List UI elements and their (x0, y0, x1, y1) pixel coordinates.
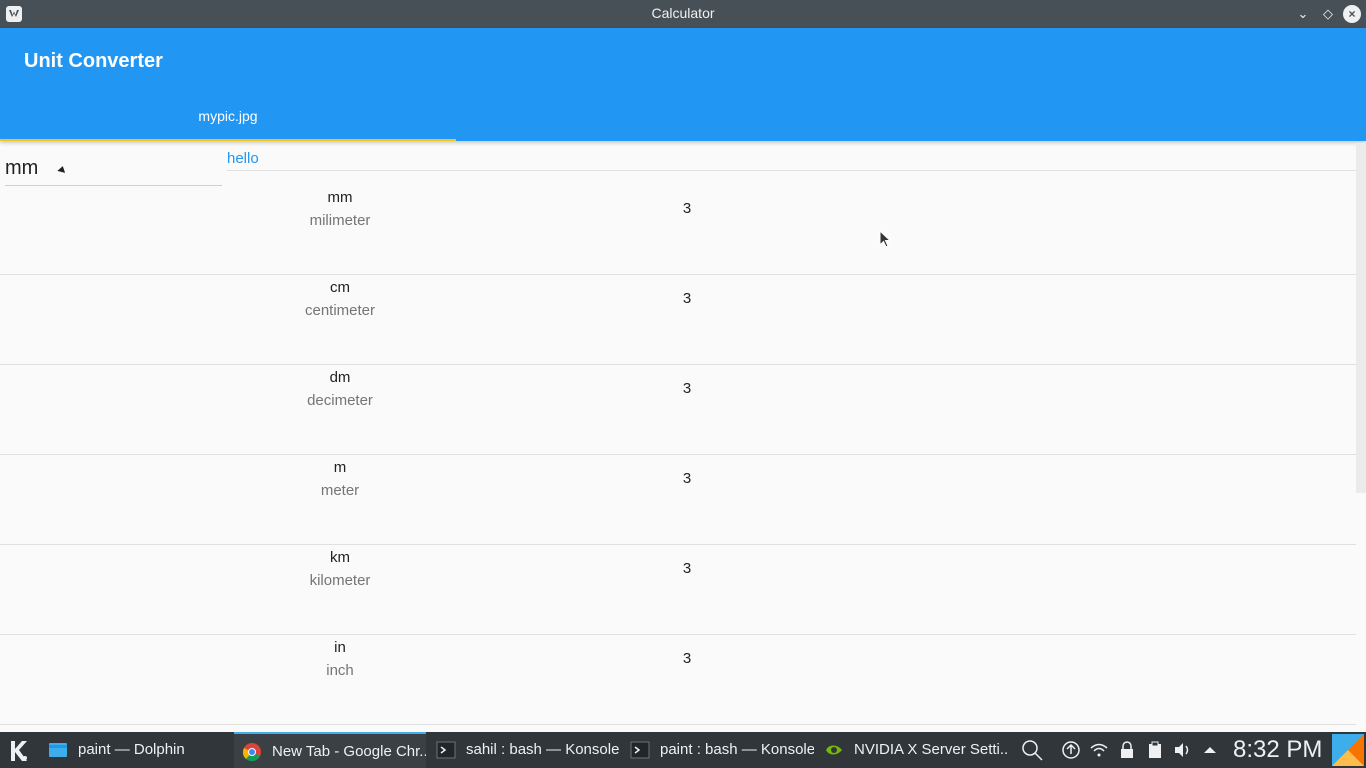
taskbar: paint — Dolphin New Tab - Google Chr... … (0, 732, 1366, 768)
search-icon[interactable] (1021, 739, 1043, 761)
unit-value: 3 (682, 200, 692, 217)
list-item[interactable]: mm milimeter 3 (0, 185, 1356, 275)
chrome-icon (242, 743, 261, 762)
divider (227, 170, 1366, 171)
app-bar: Unit Converter mypic.jpg (0, 28, 1366, 141)
unit-abbr: in (334, 639, 346, 656)
unit-value: 3 (682, 470, 692, 487)
task-label: New Tab - Google Chr... (272, 743, 426, 760)
unit-name: decimeter (307, 392, 373, 409)
unit-name: inch (326, 662, 354, 679)
window-titlebar: Calculator ⌄ ◇ × (0, 0, 1366, 28)
unit-abbr: cm (330, 279, 350, 296)
task-dolphin[interactable]: paint — Dolphin (40, 732, 232, 768)
unit-abbr: dm (329, 369, 351, 386)
unit-abbr: m (333, 459, 347, 476)
unit-name: milimeter (309, 212, 371, 229)
unit-dropdown-value: mm (5, 157, 39, 179)
task-nvidia[interactable]: NVIDIA X Server Setti... (816, 732, 1008, 768)
mouse-cursor-icon (879, 230, 891, 248)
unit-name: centimeter (304, 302, 376, 319)
desktop-show-icon[interactable] (1332, 734, 1364, 766)
task-konsole-paint[interactable]: paint : bash — Konsole (622, 732, 814, 768)
expand-tray-icon[interactable] (1201, 741, 1219, 759)
list-item[interactable]: m meter 3 (0, 455, 1356, 545)
scrollbar[interactable] (1356, 143, 1366, 493)
kde-launcher-icon[interactable] (5, 738, 31, 764)
unit-list: mm milimeter 3 cm centimeter 3 dm decime… (0, 185, 1356, 725)
task-label: sahil : bash — Konsole (466, 741, 620, 758)
unit-dropdown[interactable]: mm (5, 151, 222, 186)
maximize-button[interactable]: ◇ (1319, 5, 1337, 23)
lock-icon[interactable] (1118, 741, 1136, 759)
nvidia-icon (826, 745, 842, 755)
task-label: paint — Dolphin (78, 741, 185, 758)
list-item[interactable]: cm centimeter 3 (0, 275, 1356, 365)
unit-value: 3 (682, 290, 692, 307)
unit-name: kilometer (309, 572, 371, 589)
task-label: NVIDIA X Server Setti... (854, 741, 1008, 758)
tab-indicator (0, 139, 456, 141)
tab-mypic[interactable]: mypic.jpg (0, 92, 456, 141)
task-chrome[interactable]: New Tab - Google Chr... (234, 732, 426, 768)
list-item[interactable]: dm decimeter 3 (0, 365, 1356, 455)
task-label: paint : bash — Konsole (660, 741, 814, 758)
terminal-icon (436, 741, 456, 759)
hello-label: hello (227, 150, 259, 167)
terminal-icon (630, 741, 650, 759)
updates-icon[interactable] (1062, 741, 1080, 759)
volume-icon[interactable] (1173, 741, 1191, 759)
clock[interactable]: 8:32 PM (1233, 736, 1322, 764)
close-button[interactable]: × (1343, 5, 1361, 23)
unit-value: 3 (682, 650, 692, 667)
wifi-icon[interactable] (1090, 741, 1108, 759)
app-title: Unit Converter (24, 50, 163, 72)
unit-value: 3 (682, 560, 692, 577)
tab-label: mypic.jpg (198, 108, 258, 124)
minimize-button[interactable]: ⌄ (1294, 5, 1312, 23)
unit-abbr: km (330, 549, 350, 566)
list-item[interactable]: km kilometer 3 (0, 545, 1356, 635)
unit-abbr: mm (327, 189, 353, 206)
window-title: Calculator (651, 5, 715, 21)
dropdown-arrow-icon (57, 165, 67, 173)
list-item[interactable]: in inch 3 (0, 635, 1356, 725)
folder-icon (49, 743, 67, 757)
unit-name: meter (320, 482, 360, 499)
clipboard-icon[interactable] (1146, 741, 1164, 759)
task-konsole-sahil[interactable]: sahil : bash — Konsole (428, 732, 620, 768)
unit-value: 3 (682, 380, 692, 397)
